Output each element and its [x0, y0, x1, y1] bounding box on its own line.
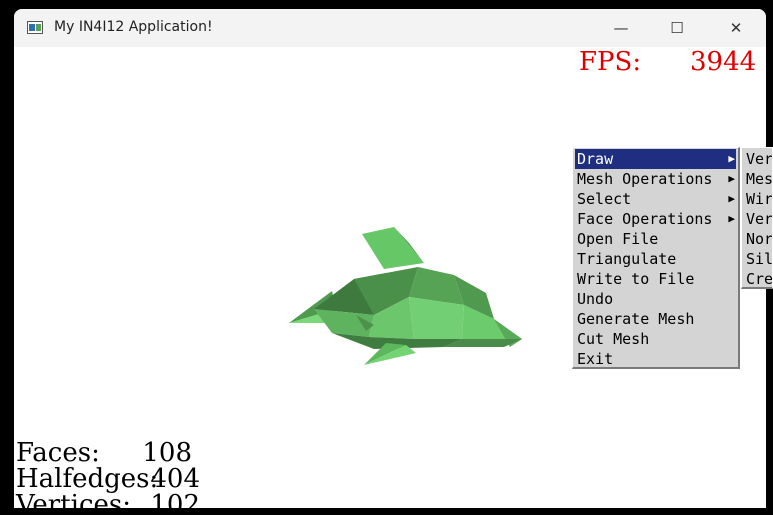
- menu-item-draw[interactable]: Draw ▶: [575, 149, 736, 169]
- stat-value: 102: [150, 490, 200, 508]
- menu-item-label: Undo: [577, 290, 614, 308]
- submenu-item[interactable]: Ver: [746, 209, 772, 229]
- close-button[interactable]: ✕: [713, 9, 759, 47]
- app-icon: [27, 21, 43, 34]
- submenu-item[interactable]: Ver: [746, 149, 772, 169]
- title-bar[interactable]: My IN4I12 Application! — ☐ ✕: [14, 9, 766, 47]
- menu-item-select[interactable]: Select ▶: [575, 189, 736, 209]
- submenu-arrow-icon: ▶: [728, 152, 735, 165]
- menu-item-undo[interactable]: Undo: [575, 289, 736, 309]
- window-title: My IN4I12 Application!: [54, 19, 213, 35]
- stat-value: 108: [142, 438, 192, 468]
- mesh-face: [362, 227, 424, 269]
- menu-item-open-file[interactable]: Open File: [575, 229, 736, 249]
- submenu-item[interactable]: Cre: [746, 269, 772, 287]
- stat-label: Faces:: [16, 438, 100, 468]
- minimize-button[interactable]: —: [598, 9, 644, 47]
- fps-value: 3944: [690, 47, 757, 77]
- menu-item-label: Cut Mesh: [577, 330, 650, 348]
- menu-item-label: Draw: [577, 150, 614, 168]
- submenu-item[interactable]: Mes: [746, 169, 772, 189]
- menu-item-label: Open File: [577, 230, 659, 248]
- menu-item-label: Generate Mesh: [577, 310, 695, 328]
- menu-item-face-operations[interactable]: Face Operations ▶: [575, 209, 736, 229]
- menu-item-label: Select: [577, 190, 632, 208]
- fps-label: FPS:: [579, 47, 642, 77]
- stat-value: 404: [150, 464, 200, 494]
- submenu-arrow-icon: ▶: [728, 212, 735, 225]
- menu-item-label: Write to File: [577, 270, 695, 288]
- maximize-button[interactable]: ☐: [654, 9, 700, 47]
- menu-item-label: Mesh Operations: [577, 170, 713, 188]
- menu-item-exit[interactable]: Exit: [575, 349, 736, 369]
- submenu-item[interactable]: Sil: [746, 249, 772, 269]
- draw-submenu: Ver Mes Wir Ver Nor Sil Cre: [741, 147, 773, 289]
- menu-item-label: Face Operations: [577, 210, 713, 228]
- submenu-arrow-icon: ▶: [728, 172, 735, 185]
- context-menu: Draw ▶ Mesh Operations ▶ Select ▶ Face O…: [572, 147, 740, 369]
- menu-item-cut-mesh[interactable]: Cut Mesh: [575, 329, 736, 349]
- menu-item-mesh-operations[interactable]: Mesh Operations ▶: [575, 169, 736, 189]
- submenu-item[interactable]: Wir: [746, 189, 772, 209]
- menu-item-write-to-file[interactable]: Write to File: [575, 269, 736, 289]
- submenu-arrow-icon: ▶: [728, 192, 735, 205]
- menu-item-label: Triangulate: [577, 250, 677, 268]
- submenu-item[interactable]: Nor: [746, 229, 772, 249]
- menu-item-generate-mesh[interactable]: Generate Mesh: [575, 309, 736, 329]
- menu-item-label: Exit: [577, 350, 614, 368]
- menu-item-triangulate[interactable]: Triangulate: [575, 249, 736, 269]
